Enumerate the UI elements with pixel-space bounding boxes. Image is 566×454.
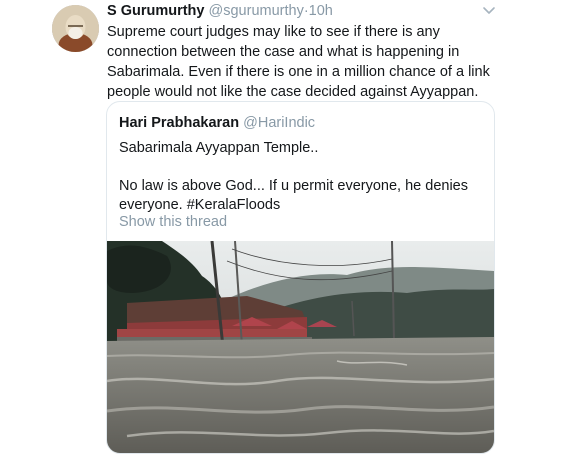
flood-photo-image [107, 241, 494, 453]
tweet[interactable]: S Gurumurthy @sgurumurthy·10h Supreme co… [0, 0, 566, 454]
avatar-portrait [52, 5, 99, 52]
author-handle[interactable]: @sgurumurthy [209, 3, 304, 19]
quoted-header: Hari Prabhakaran @HariIndic [119, 115, 315, 131]
tweet-body-line: Sabarimala. Even if there is one in a mi… [107, 64, 490, 80]
show-thread-link[interactable]: Show this thread [119, 214, 227, 230]
tweet-body-line: connection between the case and what is … [107, 44, 460, 60]
timestamp[interactable]: 10h [309, 3, 333, 19]
tweet-body: Supreme court judges may like to see if … [107, 22, 507, 102]
tweet-body-line: people would not like the case decided a… [107, 84, 479, 100]
flood-photo[interactable] [107, 241, 494, 453]
quoted-body-line: everyone. #KeralaFloods [119, 197, 281, 213]
quoted-author-handle: @HariIndic [243, 115, 316, 131]
tweet-body-line: Supreme court judges may like to see if … [107, 24, 440, 40]
chevron-down-icon[interactable] [481, 4, 497, 18]
avatar[interactable] [52, 5, 99, 52]
author-name[interactable]: S Gurumurthy [107, 3, 204, 19]
tweet-header: S Gurumurthy @sgurumurthy·10h [107, 3, 333, 19]
quoted-body-line: No law is above God... If u permit every… [119, 178, 468, 194]
quoted-body-line: Sabarimala Ayyappan Temple.. [119, 140, 319, 156]
quoted-author-name: Hari Prabhakaran [119, 115, 240, 131]
quoted-tweet[interactable]: Hari Prabhakaran @HariIndic Sabarimala A… [106, 101, 495, 454]
